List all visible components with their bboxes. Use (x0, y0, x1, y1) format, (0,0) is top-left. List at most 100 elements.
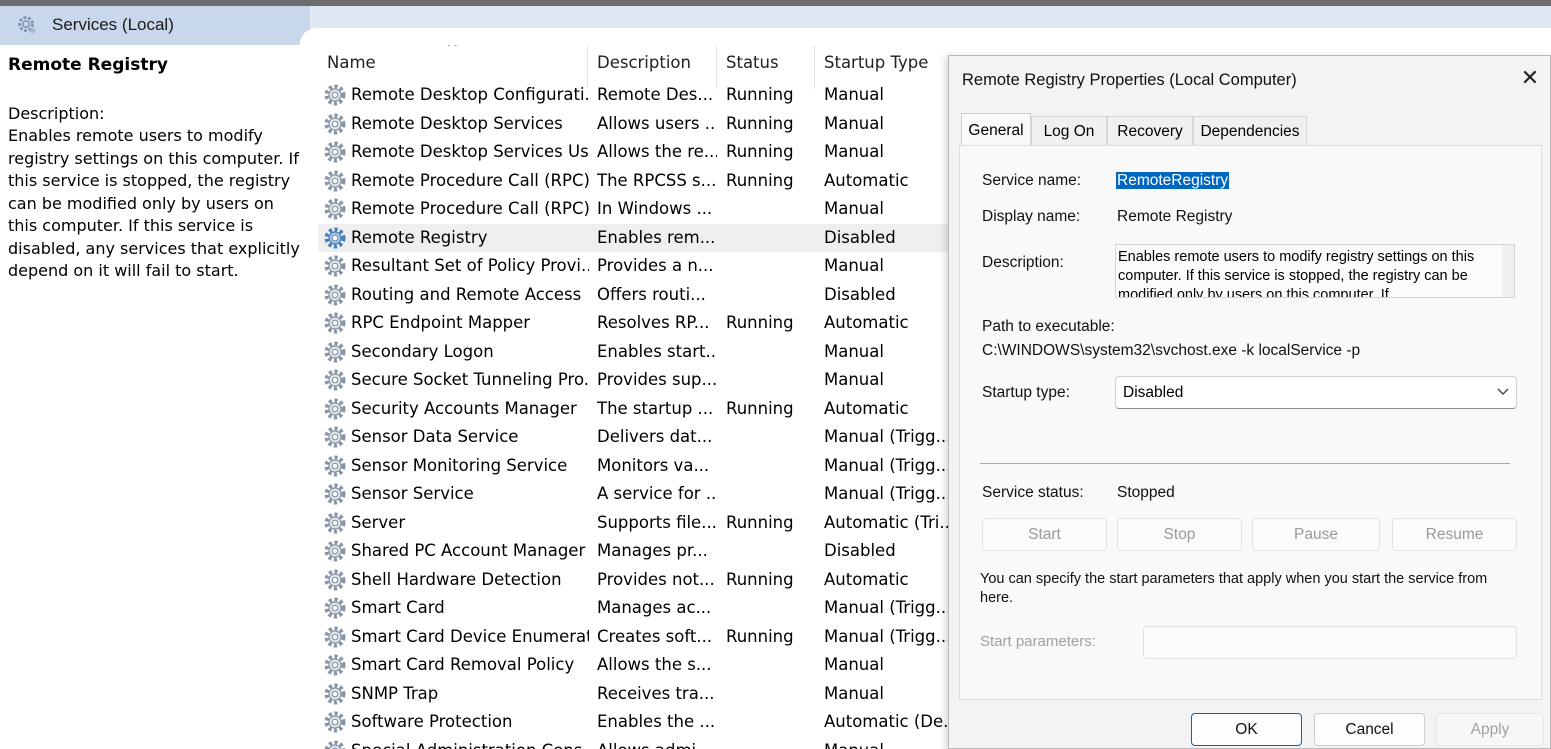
tab-log-on[interactable]: Log On (1031, 116, 1107, 146)
table-row[interactable]: Sensor Monitoring Service Monitors va... M… (318, 452, 948, 481)
table-row[interactable]: Smart Card Device Enumerat... Creates sof… (318, 623, 948, 652)
cell-startup-type: Manual (Trigg... (824, 598, 948, 617)
table-row[interactable]: Shell Hardware Detection Provides not... R… (318, 566, 948, 595)
service-gear-icon (323, 83, 347, 107)
table-row[interactable]: Sensor Service A service for ... Manual (T… (318, 480, 948, 509)
service-gear-icon (323, 482, 347, 506)
cell-startup-type: Manual (824, 142, 884, 161)
dialog-title: Remote Registry Properties (Local Comput… (962, 71, 1297, 89)
cell-startup-type: Automatic (De... (824, 712, 948, 731)
cell-description: Offers routi... (597, 284, 706, 304)
cell-description: Enables rem... (597, 227, 716, 247)
column-header-name[interactable]: Name (327, 53, 376, 72)
column-header-status[interactable]: Status (726, 53, 779, 72)
cell-name: Remote Registry (351, 227, 488, 247)
service-gear-icon (323, 653, 347, 677)
tab-dependencies[interactable]: Dependencies (1193, 116, 1307, 146)
service-gear-icon (323, 254, 347, 278)
cell-description: Allows users ... (597, 113, 717, 133)
table-row[interactable]: SNMP Trap Receives tra... Manual (318, 680, 948, 709)
description-scrollbar[interactable] (1502, 245, 1514, 297)
table-row[interactable]: RPC Endpoint Mapper Resolves RP... Running… (318, 309, 948, 338)
table-row[interactable]: Smart Card Removal Policy Allows the s...… (318, 651, 948, 680)
table-row[interactable]: Secure Socket Tunneling Pro... Provides s… (318, 366, 948, 395)
description-textbox-text: Enables remote users to modify registry … (1118, 249, 1475, 298)
cell-startup-type: Automatic (824, 569, 909, 589)
header-band-curve (300, 28, 1551, 45)
tab-recovery[interactable]: Recovery (1107, 116, 1193, 146)
service-gear-icon (323, 140, 347, 164)
cell-name: Remote Procedure Call (RPC) (351, 170, 589, 190)
table-row[interactable]: Special Administration Cons... Allows adm… (318, 737, 948, 749)
cell-description: Remote Des... (597, 85, 714, 104)
service-status-value: Stopped (1117, 484, 1175, 501)
tab-general[interactable]: General (961, 113, 1031, 145)
close-icon[interactable]: ✕ (1517, 66, 1543, 92)
path-value: C:\WINDOWS\system32\svchost.exe -k local… (982, 342, 1361, 359)
services-list[interactable]: ^ Name Description Status Startup Type R… (318, 45, 958, 749)
table-row[interactable]: Shared PC Account Manager Manages pr... Di… (318, 537, 948, 566)
cell-description: Delivers dat... (597, 427, 713, 446)
column-header-startup-type[interactable]: Startup Type (824, 53, 928, 72)
cell-name: Special Administration Cons... (351, 741, 589, 749)
table-row[interactable]: Smart Card Manages ac... Manual (Trigg... (318, 594, 948, 623)
description-textbox[interactable]: Enables remote users to modify registry … (1115, 244, 1515, 298)
ok-button[interactable]: OK (1191, 713, 1302, 746)
cell-name: Remote Procedure Call (RPC)... (351, 199, 589, 218)
cell-startup-type: Manual (824, 341, 884, 361)
cell-status: Running (726, 170, 794, 190)
pause-button[interactable]: Pause (1252, 518, 1380, 551)
table-row[interactable]: Routing and Remote Access Offers routi...… (318, 281, 948, 310)
table-row[interactable]: Remote Registry Enables rem... Disabled (318, 223, 948, 252)
stop-button[interactable]: Stop (1117, 518, 1242, 551)
cell-status: Running (726, 512, 794, 532)
startup-type-selected: Disabled (1123, 384, 1184, 401)
cell-name: Routing and Remote Access (351, 284, 582, 304)
service-name-value[interactable]: RemoteRegistry (1116, 172, 1230, 190)
table-row[interactable]: Remote Procedure Call (RPC)... In Windows… (318, 195, 948, 224)
resume-button[interactable]: Resume (1392, 518, 1517, 551)
cell-name: Smart Card Removal Policy (351, 655, 575, 674)
start-button[interactable]: Start (982, 518, 1107, 551)
cell-description: Manages pr... (597, 541, 708, 560)
cell-description: Provides sup... (597, 370, 717, 389)
cell-startup-type: Manual (824, 741, 948, 749)
table-row[interactable]: Remote Desktop Configurati... Remote Des.… (318, 81, 948, 110)
start-parameters-input[interactable] (1143, 626, 1517, 659)
cell-startup-type: Manual (Trigg... (824, 455, 948, 475)
cell-name: Remote Desktop Configurati... (351, 85, 589, 104)
cancel-button[interactable]: Cancel (1314, 713, 1425, 746)
cell-description: Enables start... (597, 341, 717, 361)
cell-startup-type: Manual (824, 655, 884, 674)
cell-description: Creates soft... (597, 626, 713, 646)
startup-type-dropdown[interactable]: Disabled (1115, 376, 1517, 409)
cell-name: Smart Card (351, 598, 445, 617)
table-row[interactable]: Security Accounts Manager The startup ...… (318, 395, 948, 424)
cell-name: Sensor Data Service (351, 427, 519, 446)
service-name-label: Service name: (982, 172, 1082, 189)
cell-startup-type: Manual (824, 370, 884, 389)
table-row[interactable]: Resultant Set of Policy Provi... Provides… (318, 252, 948, 281)
table-row[interactable]: Secondary Logon Enables start... Manual (318, 338, 948, 367)
table-row[interactable]: Remote Desktop Services Us... Allows the … (318, 138, 948, 167)
cell-name: Remote Desktop Services Us... (351, 142, 589, 161)
chevron-down-icon (1496, 381, 1510, 404)
cell-startup-type: Manual (824, 113, 884, 133)
cell-description: Supports file... (597, 512, 717, 532)
table-row[interactable]: Server Supports file... Running Automatic (… (318, 509, 948, 538)
cell-status: Running (726, 113, 794, 133)
service-gear-icon (323, 682, 347, 706)
service-name-selected-text[interactable]: RemoteRegistry (1116, 172, 1230, 189)
cell-startup-type: Manual (Trigg... (824, 484, 948, 503)
column-header-description[interactable]: Description (597, 53, 691, 72)
apply-button[interactable]: Apply (1436, 713, 1544, 746)
service-gear-icon (323, 511, 347, 535)
table-row[interactable]: Sensor Data Service Delivers dat... Manual… (318, 423, 948, 452)
table-row[interactable]: Remote Procedure Call (RPC) The RPCSS s..… (318, 167, 948, 196)
cell-description: Enables the ... (597, 712, 716, 731)
table-row[interactable]: Remote Desktop Services Allows users ... R… (318, 110, 948, 139)
table-row[interactable]: Software Protection Enables the ... Automa… (318, 708, 948, 737)
cell-startup-type: Automatic (824, 170, 909, 190)
cell-name: Secure Socket Tunneling Pro... (351, 370, 589, 389)
cell-startup-type: Manual (824, 199, 884, 218)
